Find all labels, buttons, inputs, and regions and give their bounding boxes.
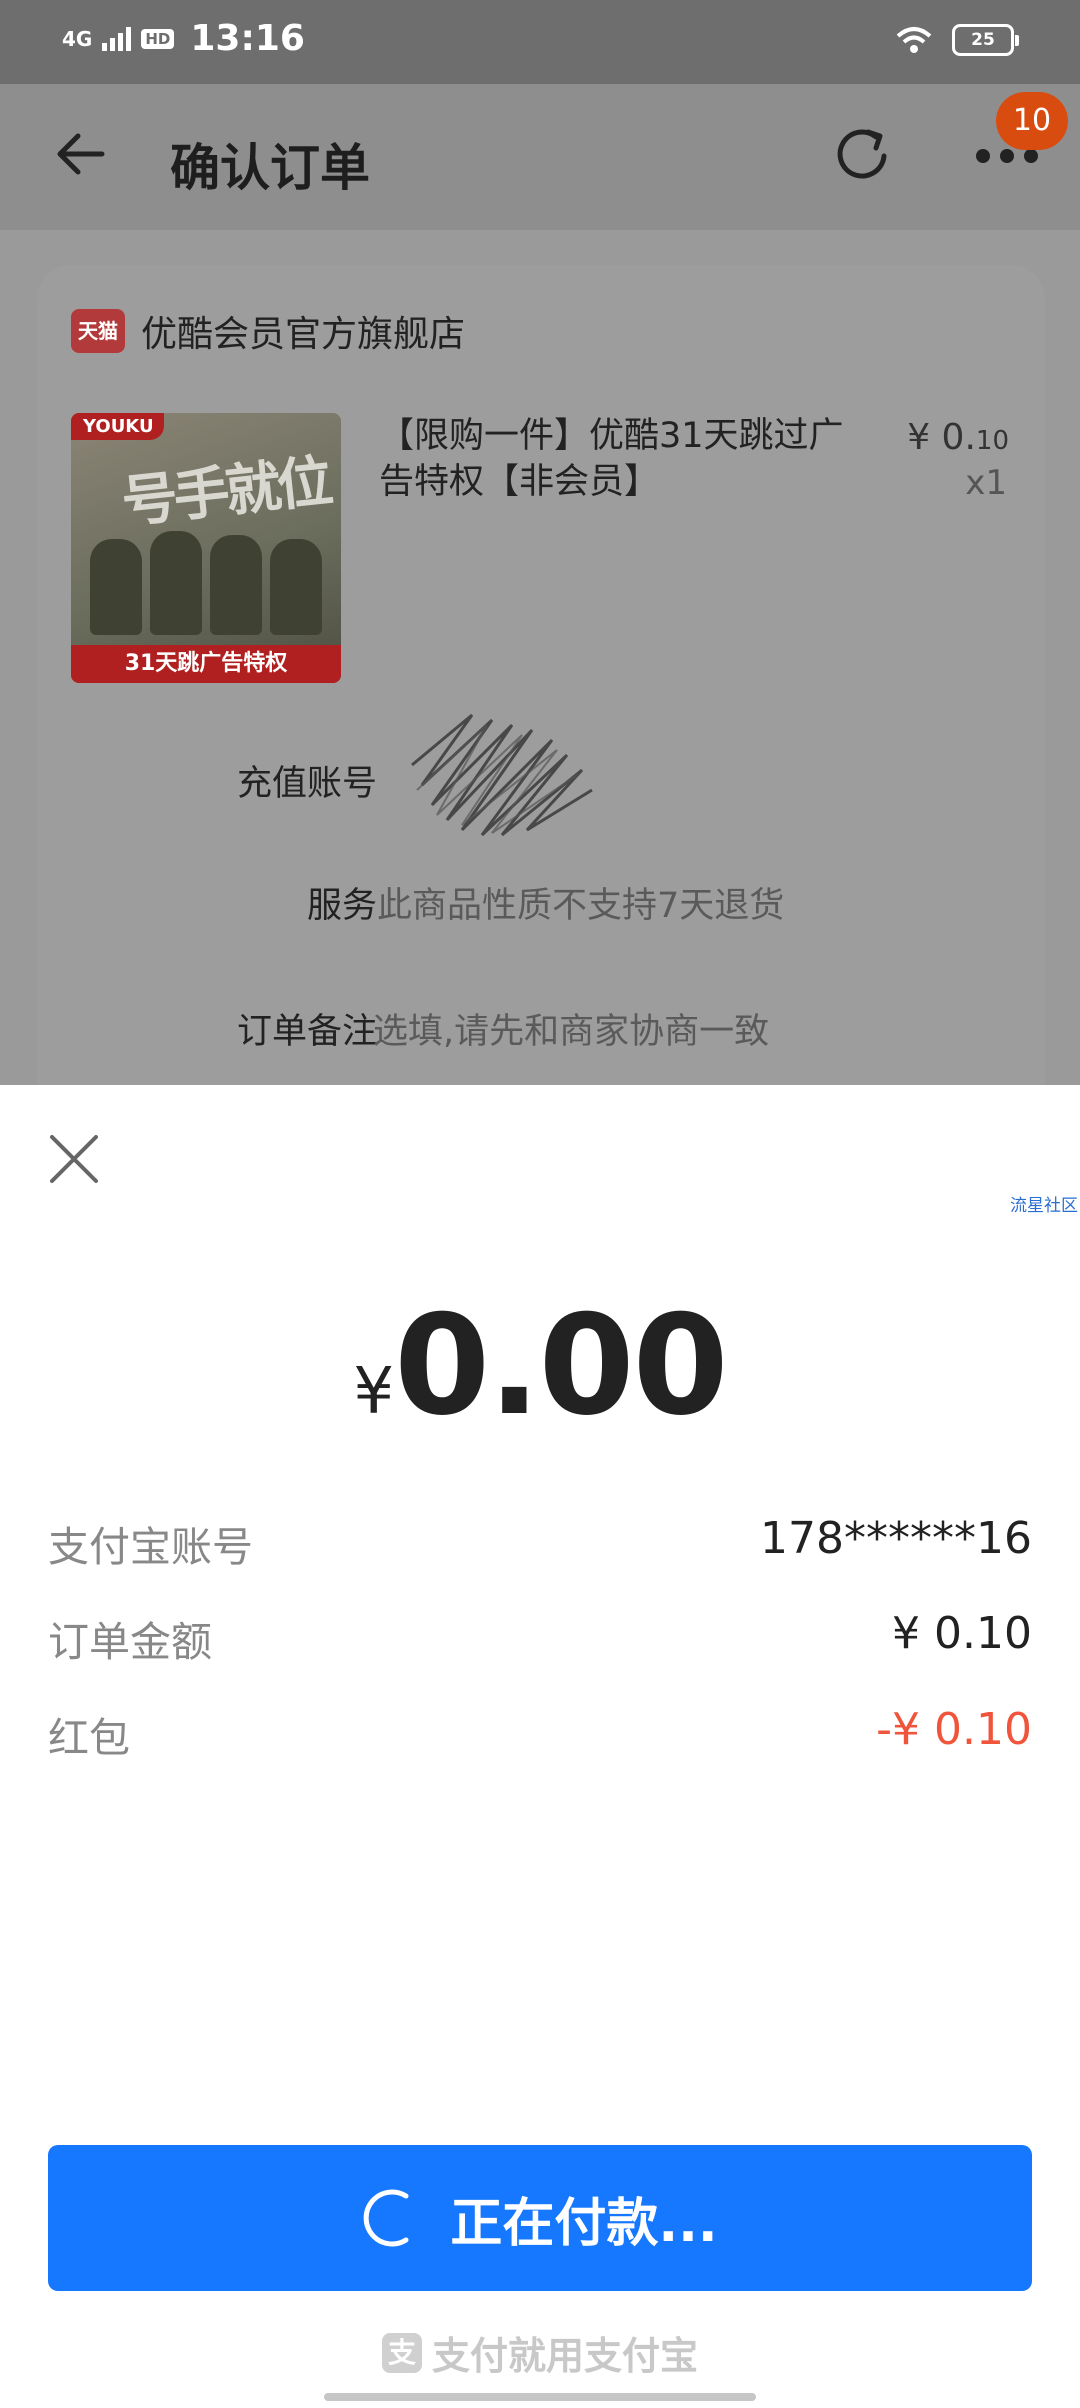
order-amount-row: 订单金额 ¥ 0.10 <box>48 1608 1032 1668</box>
status-bar: 4G HD 13:16 25 <box>0 0 1080 84</box>
service-label: 服务 <box>306 886 377 926</box>
shop-name: 优酷会员官方旗舰店 <box>141 314 466 355</box>
paying-button[interactable]: 正在付款... <box>48 2145 1032 2291</box>
product-title[interactable]: 【限购一件】优酷31天跳过广告特权【非会员】 <box>379 413 859 505</box>
order-card: 天猫 优酷会员官方旗舰店 YOUKU 号手就位 31天跳广告特权 【限购一件】优… <box>37 265 1045 1165</box>
note-label: 订单备注 <box>236 1012 377 1052</box>
status-left: 4G HD 13:16 <box>62 18 305 59</box>
youku-logo: YOUKU <box>71 413 164 440</box>
notification-badge[interactable]: 10 <box>996 92 1068 150</box>
tmall-logo: 天猫 <box>71 309 125 353</box>
alipay-account-value: 178******16 <box>760 1513 1032 1564</box>
back-arrow-icon[interactable] <box>52 124 112 184</box>
hd-badge: HD <box>141 28 175 49</box>
note-input[interactable]: 选填,请先和商家协商一致 <box>373 1003 769 1054</box>
battery-icon: 25 <box>952 24 1019 56</box>
watermark-text: 流星社区 <box>1010 1196 1078 1216</box>
shop-row[interactable]: 天猫 优酷会员官方旗舰店 <box>71 305 465 357</box>
alipay-account-row: 支付宝账号 178******16 <box>48 1513 1032 1573</box>
red-packet-label: 红包 <box>48 1714 130 1762</box>
currency-symbol: ¥ <box>353 1355 395 1429</box>
payment-amount: ¥0.00 <box>0 1285 1080 1446</box>
alipay-account-label: 支付宝账号 <box>48 1523 253 1571</box>
alipay-brand-footer: 支 支付就用支付宝 <box>0 2325 1080 2380</box>
service-value: 此商品性质不支持7天退货 <box>377 886 785 926</box>
red-packet-row: 红包 -¥ 0.10 <box>48 1704 1032 1764</box>
red-packet-value: -¥ 0.10 <box>876 1704 1032 1755</box>
payment-sheet: 流星社区 ¥0.00 支付宝账号 178******16 订单金额 ¥ 0.10… <box>0 1085 1080 2408</box>
order-amount-label: 订单金额 <box>48 1618 212 1666</box>
status-right: 25 <box>894 24 1019 56</box>
account-label: 充值账号 <box>236 764 377 804</box>
alipay-logo-icon: 支 <box>381 2332 422 2373</box>
product-quantity: x1 <box>965 463 1007 503</box>
product-thumbnail[interactable]: YOUKU 号手就位 31天跳广告特权 <box>71 413 341 683</box>
battery-level: 25 <box>971 30 995 50</box>
alipay-slogan: 支付就用支付宝 <box>431 2334 698 2378</box>
clock: 13:16 <box>190 18 305 59</box>
signal-icon <box>102 26 132 51</box>
network-type: 4G <box>62 26 93 51</box>
thumbnail-caption: 31天跳广告特权 <box>71 645 341 683</box>
page-title: 确认订单 <box>170 139 370 197</box>
thumbnail-art-title: 号手就位 <box>118 448 333 536</box>
order-amount-value: ¥ 0.10 <box>892 1608 1032 1659</box>
paying-button-label: 正在付款... <box>450 2193 718 2254</box>
loading-spinner-icon <box>364 2189 409 2247</box>
thumbnail-people <box>87 525 325 635</box>
amount-value: 0.00 <box>394 1285 728 1446</box>
refresh-icon[interactable] <box>828 120 898 190</box>
product-price: ¥ 0.10 <box>907 417 1009 458</box>
wifi-icon <box>896 27 932 53</box>
redacted-account-scribble <box>411 713 593 837</box>
home-indicator[interactable] <box>324 2393 756 2401</box>
close-icon[interactable] <box>48 1133 100 1185</box>
nav-bar: 确认订单 10 <box>0 84 1080 230</box>
